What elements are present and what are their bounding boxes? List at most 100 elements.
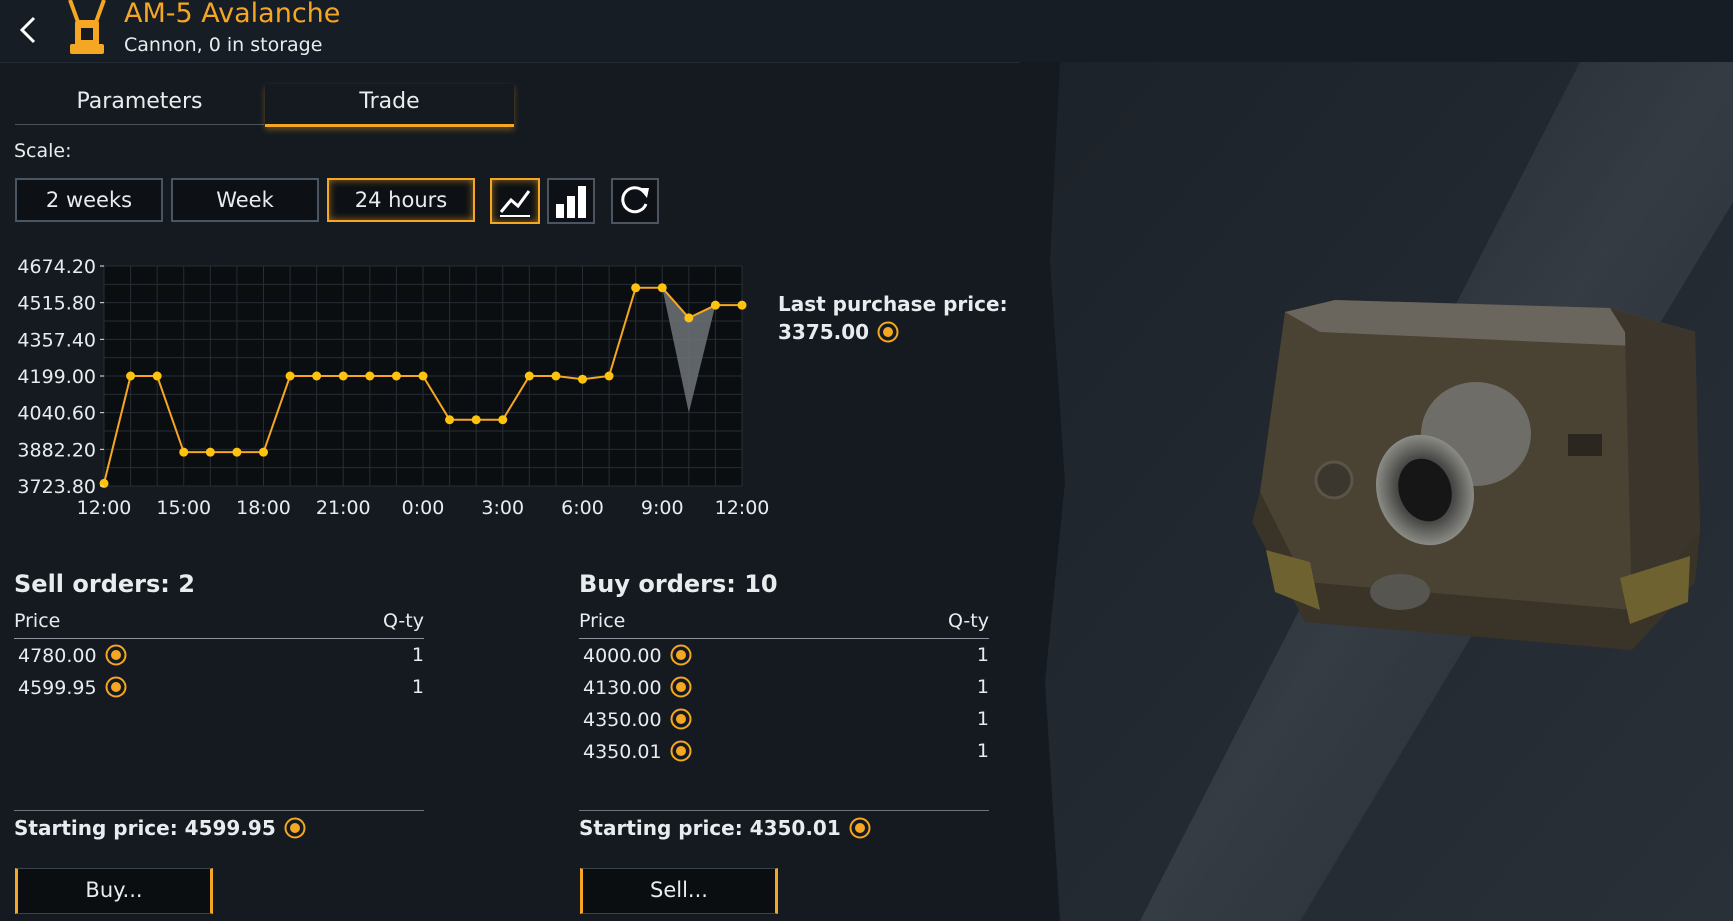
sell-orders-header: Price Q-ty (14, 608, 424, 639)
coin-icon (105, 676, 127, 698)
chart-data-point (232, 447, 242, 457)
coin-icon (105, 644, 127, 666)
chart-data-point (445, 415, 455, 425)
sell-starting-price: Starting price: 4599.95 (14, 816, 306, 840)
buy-orders-title: Buy orders: 10 (579, 570, 778, 598)
chart-data-point (737, 300, 747, 310)
item-preview (1020, 62, 1733, 921)
order-price: 4780.00 (18, 644, 127, 667)
y-tick-label: 4674.20 (17, 256, 96, 278)
refresh-icon (621, 186, 649, 214)
item-subtitle: Cannon, 0 in storage (124, 34, 323, 56)
chevron-left-icon (19, 16, 36, 44)
order-qty: 1 (976, 708, 989, 730)
chart-data-point (418, 371, 428, 381)
chart-data-point (259, 447, 268, 457)
buy-qty-column-header: Q-ty (947, 610, 989, 632)
buy-starting-price: Starting price: 4350.01 (579, 816, 871, 840)
chart-data-point (471, 415, 481, 425)
coin-icon (284, 817, 306, 839)
chart-data-point (710, 300, 720, 310)
tab-trade[interactable]: Trade (265, 84, 514, 127)
refresh-button[interactable] (611, 178, 659, 224)
buy-order-row[interactable]: 4000.00 1 (579, 642, 989, 674)
chart-data-point (551, 371, 561, 381)
chart-data-point (126, 371, 136, 381)
order-price: 4130.00 (583, 676, 692, 699)
chart-data-point (152, 371, 162, 381)
scale-2-weeks-button[interactable]: 2 weeks (15, 178, 163, 222)
chart-data-point (205, 447, 215, 457)
chart-data-point (684, 313, 694, 323)
buy-order-row[interactable]: 4350.00 1 (579, 706, 989, 738)
y-tick-label: 4515.80 (17, 293, 96, 315)
y-tick-label: 4199.00 (17, 366, 96, 388)
sell-button[interactable]: Sell... (580, 868, 778, 914)
coin-icon (877, 321, 899, 343)
y-tick-label: 4040.60 (17, 403, 96, 425)
chart-data-point (498, 415, 508, 425)
top-bar: AM-5 Avalanche Cannon, 0 in storage (0, 0, 1733, 63)
tab-bar: Parameters Trade (15, 84, 515, 128)
sell-order-row[interactable]: 4599.95 1 (14, 674, 424, 706)
coin-icon (670, 708, 692, 730)
chart-data-point (578, 374, 587, 384)
chart-data-point (524, 371, 534, 381)
last-purchase-label: Last purchase price: (778, 292, 1008, 316)
y-tick-label: 3723.80 (17, 476, 96, 498)
chart-data-point (631, 283, 641, 293)
order-qty: 1 (976, 740, 989, 762)
line-chart-icon (499, 190, 531, 217)
chart-data-point (338, 371, 348, 381)
price-chart: 4674.20 4515.80 4357.40 4199.00 4040.60 3882.… (17, 256, 770, 519)
cannon-icon (64, 0, 110, 58)
coin-icon (849, 817, 871, 839)
buy-button[interactable]: Buy... (15, 868, 213, 914)
scale-24-hours-button[interactable]: 24 hours (327, 178, 475, 222)
line-chart-toggle[interactable] (490, 178, 540, 224)
x-tick-label: 21:00 (316, 497, 371, 519)
sell-orders-divider (14, 810, 424, 811)
chart-data-point (99, 478, 109, 488)
x-tick-label: 9:00 (641, 497, 684, 519)
x-tick-label: 18:00 (236, 497, 291, 519)
buy-order-row[interactable]: 4130.00 1 (579, 674, 989, 706)
x-tick-label: 15:00 (156, 497, 211, 519)
chart-data-point (179, 447, 189, 457)
order-qty: 1 (411, 644, 424, 666)
x-tick-label: 12:00 (715, 497, 770, 519)
x-tick-label: 6:00 (561, 497, 604, 519)
buy-orders-header: Price Q-ty (579, 608, 989, 639)
order-price: 4000.00 (583, 644, 692, 667)
back-button[interactable] (10, 10, 44, 50)
sell-price-column-header: Price (14, 610, 61, 632)
chart-data-point (312, 371, 322, 381)
sell-qty-column-header: Q-ty (382, 610, 424, 632)
chart-data-point (604, 371, 614, 381)
tab-parameters[interactable]: Parameters (15, 84, 264, 125)
sell-orders-title: Sell orders: 2 (14, 570, 195, 598)
buy-orders-divider (579, 810, 989, 811)
x-tick-label: 12:00 (77, 497, 132, 519)
last-purchase-value: 3375.00 (778, 320, 870, 344)
chart-data-point (365, 371, 375, 381)
sell-order-row[interactable]: 4780.00 1 (14, 642, 424, 674)
item-title: AM-5 Avalanche (124, 0, 341, 29)
chart-data-point (285, 371, 295, 381)
x-tick-label: 3:00 (481, 497, 524, 519)
coin-icon (670, 740, 692, 762)
order-qty: 1 (411, 676, 424, 698)
bar-chart-icon (556, 186, 586, 218)
scale-label: Scale: (14, 140, 72, 162)
buy-order-row[interactable]: 4350.01 1 (579, 738, 989, 770)
order-qty: 1 (976, 644, 989, 666)
order-price: 4599.95 (18, 676, 127, 699)
y-tick-label: 3882.20 (17, 439, 96, 461)
last-purchase-block: Last purchase price: 3375.00 (778, 290, 1008, 346)
bar-chart-toggle[interactable] (547, 178, 595, 224)
scale-week-button[interactable]: Week (171, 178, 319, 222)
buy-price-column-header: Price (579, 610, 626, 632)
y-tick-label: 4357.40 (17, 329, 96, 351)
chart-data-point (657, 283, 667, 293)
coin-icon (670, 644, 692, 666)
